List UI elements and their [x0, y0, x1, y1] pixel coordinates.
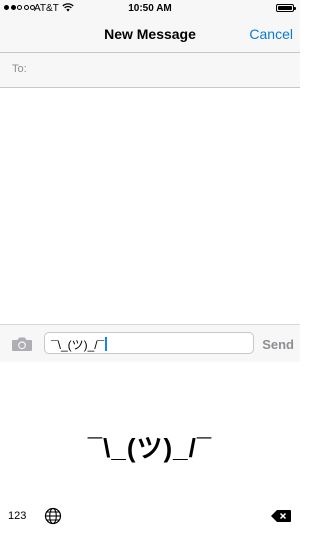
emoji-keyboard: ¯\_(ツ)_/¯ 123 — [0, 362, 300, 534]
clock: 10:50 AM — [128, 3, 172, 14]
message-input[interactable]: ¯\_(ツ)_/¯ — [44, 332, 254, 354]
text-caret — [105, 337, 108, 351]
numbers-key[interactable]: 123 — [8, 510, 26, 522]
message-thread-area — [0, 88, 300, 324]
message-input-text: ¯\_(ツ)_/¯ — [51, 338, 105, 352]
recipient-label: To: — [12, 63, 27, 75]
send-button[interactable]: Send — [262, 337, 294, 352]
camera-icon[interactable] — [11, 336, 33, 352]
status-bar: AT&T 10:50 AM — [0, 0, 300, 18]
navigation-bar: New Message Cancel — [0, 18, 300, 53]
emoticon-key[interactable]: ¯\_(ツ)_/¯ — [0, 428, 300, 465]
delete-icon[interactable] — [270, 509, 292, 523]
compose-bar: ¯\_(ツ)_/¯ Send — [0, 324, 300, 363]
recipient-field[interactable]: To: — [0, 53, 300, 88]
battery-icon — [276, 4, 296, 12]
cancel-button[interactable]: Cancel — [249, 26, 293, 42]
globe-icon[interactable] — [44, 507, 62, 525]
